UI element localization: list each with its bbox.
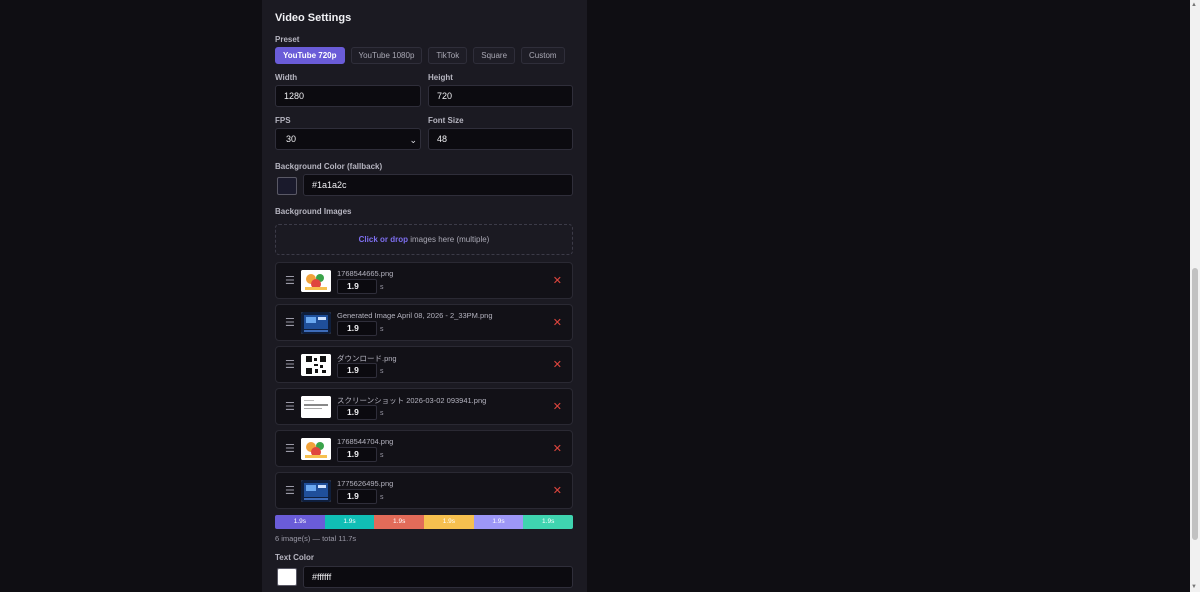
image-thumbnail bbox=[301, 438, 331, 460]
image-filename: Generated Image April 08, 2026 - 2_33PM.… bbox=[337, 311, 493, 320]
image-thumbnail bbox=[301, 396, 331, 418]
bg-images-label: Background Images bbox=[275, 207, 352, 216]
image-filename: 1768544704.png bbox=[337, 437, 394, 446]
drop-action-text: Click or drop bbox=[358, 235, 408, 244]
bg-color-input[interactable]: #1a1a2c bbox=[303, 174, 573, 196]
width-input[interactable]: 1280 bbox=[275, 85, 421, 107]
bg-color-label: Background Color (fallback) bbox=[275, 162, 383, 171]
timeline-segment: 1.9s bbox=[374, 515, 425, 529]
preset-button[interactable]: YouTube 720p bbox=[275, 47, 345, 64]
remove-image-icon[interactable]: ✕ bbox=[553, 274, 562, 287]
fps-value: 30 bbox=[286, 134, 297, 144]
image-drop-zone[interactable]: Click or drop images here (multiple) bbox=[275, 224, 573, 255]
preset-button[interactable]: YouTube 1080p bbox=[350, 47, 423, 64]
fps-select[interactable]: 30 ⌄ bbox=[275, 128, 421, 150]
preset-button[interactable]: TikTok bbox=[428, 47, 468, 64]
remove-image-icon[interactable]: ✕ bbox=[553, 442, 562, 455]
settings-panel: Video Settings Preset YouTube 720p YouTub… bbox=[262, 0, 587, 592]
scroll-up-icon[interactable]: ▲ bbox=[1191, 2, 1197, 8]
width-label: Width bbox=[275, 73, 298, 82]
timeline-segment: 1.9s bbox=[324, 515, 375, 529]
height-input[interactable]: 720 bbox=[428, 85, 573, 107]
images-summary: 6 image(s) — total 11.7s bbox=[275, 534, 357, 543]
image-row: ☰ ダウンロード.png 1.9 s ✕ bbox=[275, 346, 573, 383]
text-color-label: Text Color bbox=[275, 553, 314, 562]
image-duration-input[interactable]: 1.9 bbox=[337, 279, 377, 294]
duration-unit: s bbox=[380, 284, 384, 291]
scrollbar-thumb[interactable] bbox=[1192, 268, 1198, 540]
font-size-label: Font Size bbox=[428, 116, 464, 125]
section-title: Video Settings bbox=[275, 12, 352, 24]
drag-handle-icon[interactable]: ☰ bbox=[285, 400, 295, 413]
text-color-input[interactable]: #ffffff bbox=[303, 566, 573, 588]
remove-image-icon[interactable]: ✕ bbox=[553, 400, 562, 413]
image-thumbnail bbox=[301, 354, 331, 376]
timeline-segment: 1.9s bbox=[473, 515, 524, 529]
remove-image-icon[interactable]: ✕ bbox=[553, 316, 562, 329]
duration-unit: s bbox=[380, 410, 384, 417]
drag-handle-icon[interactable]: ☰ bbox=[285, 442, 295, 455]
preset-group: YouTube 720p YouTube 1080p TikTok Square Cus… bbox=[275, 47, 565, 64]
preset-label: Preset bbox=[275, 35, 300, 44]
timeline-segment: 1.9s bbox=[275, 515, 325, 529]
drop-hint-text: images here (multiple) bbox=[407, 235, 490, 244]
image-row: ☰ 1775626495.png 1.9 s ✕ bbox=[275, 472, 573, 509]
drag-handle-icon[interactable]: ☰ bbox=[285, 484, 295, 497]
image-row: ☰ Generated Image April 08, 2026 - 2_33PM… bbox=[275, 304, 573, 341]
image-filename: 1768544665.png bbox=[337, 269, 394, 278]
image-filename: 1775626495.png bbox=[337, 479, 394, 488]
duration-unit: s bbox=[380, 452, 384, 459]
remove-image-icon[interactable]: ✕ bbox=[553, 484, 562, 497]
image-duration-input[interactable]: 1.9 bbox=[337, 363, 377, 378]
timeline-segment: 1.9s bbox=[424, 515, 474, 529]
fps-label: FPS bbox=[275, 116, 291, 125]
image-row: ☰ 1768544665.png 1.9 s ✕ bbox=[275, 262, 573, 299]
font-size-input[interactable]: 48 bbox=[428, 128, 573, 150]
image-row: ☰ 1768544704.png 1.9 s ✕ bbox=[275, 430, 573, 467]
image-thumbnail bbox=[301, 270, 331, 292]
image-thumbnail bbox=[301, 480, 331, 502]
page-scrollbar[interactable]: ▲ ▼ bbox=[1190, 0, 1200, 592]
chevron-down-icon: ⌄ bbox=[409, 135, 417, 145]
duration-unit: s bbox=[380, 326, 384, 333]
bg-color-swatch[interactable] bbox=[277, 177, 297, 195]
drag-handle-icon[interactable]: ☰ bbox=[285, 358, 295, 371]
preset-button[interactable]: Custom bbox=[521, 47, 565, 64]
duration-unit: s bbox=[380, 494, 384, 501]
duration-timeline: 1.9s 1.9s 1.9s 1.9s 1.9s 1.9s bbox=[275, 515, 573, 529]
image-duration-input[interactable]: 1.9 bbox=[337, 405, 377, 420]
remove-image-icon[interactable]: ✕ bbox=[553, 358, 562, 371]
image-thumbnail bbox=[301, 312, 331, 334]
image-row: ☰ スクリーンショット 2026-03-02 093941.png 1.9 s ✕ bbox=[275, 388, 573, 425]
drag-handle-icon[interactable]: ☰ bbox=[285, 274, 295, 287]
duration-unit: s bbox=[380, 368, 384, 375]
page: Video Settings Preset YouTube 720p YouTub… bbox=[0, 0, 1200, 592]
scroll-down-icon[interactable]: ▼ bbox=[1191, 584, 1197, 590]
image-duration-input[interactable]: 1.9 bbox=[337, 489, 377, 504]
height-label: Height bbox=[428, 73, 453, 82]
text-color-swatch[interactable] bbox=[277, 568, 297, 586]
image-duration-input[interactable]: 1.9 bbox=[337, 321, 377, 336]
image-duration-input[interactable]: 1.9 bbox=[337, 447, 377, 462]
drag-handle-icon[interactable]: ☰ bbox=[285, 316, 295, 329]
preset-button[interactable]: Square bbox=[473, 47, 516, 64]
timeline-segment: 1.9s bbox=[523, 515, 573, 529]
